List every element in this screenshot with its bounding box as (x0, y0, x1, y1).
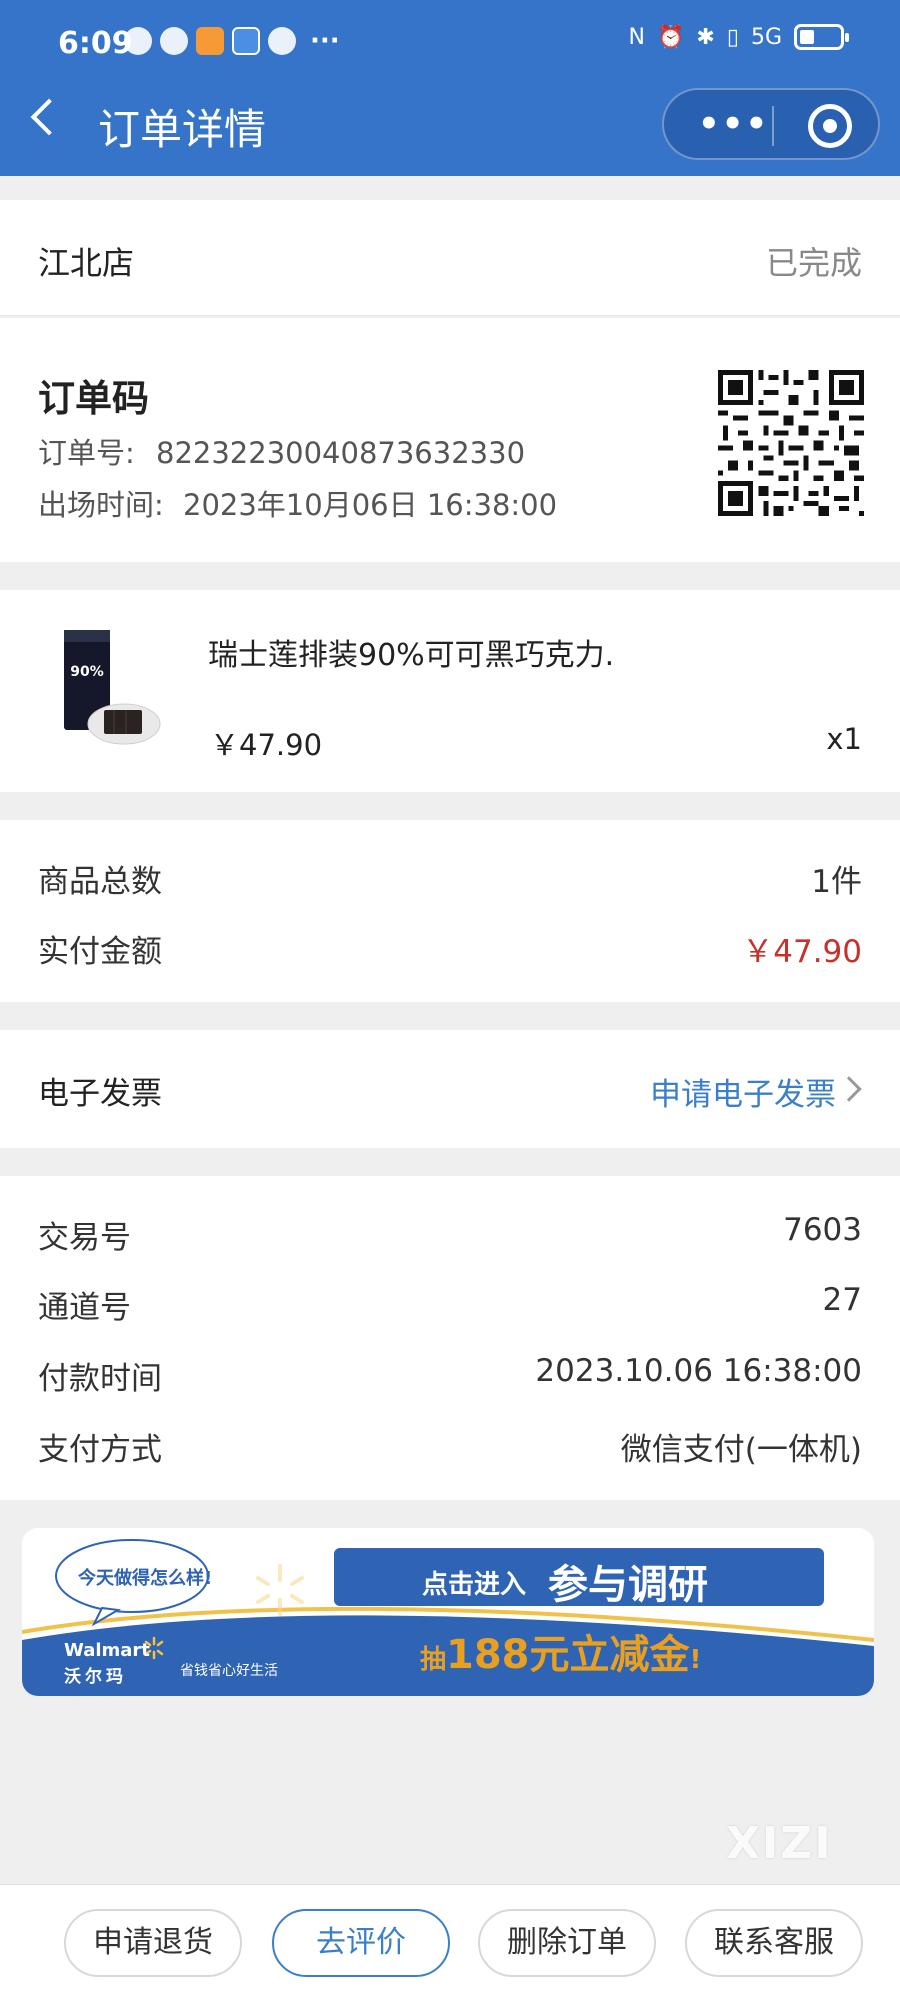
contact-service-button[interactable]: 联系客服 (685, 1909, 863, 1977)
apply-invoice-link[interactable]: 申请电子发票 (650, 1069, 836, 1114)
exit-time-label: 出场时间: (38, 488, 164, 522)
refund-button[interactable]: 申请退货 (64, 1909, 242, 1977)
survey-banner[interactable]: 今天做得怎么样! 点击进入 参与调研 抽188元立减金! Walmart 沃尔玛… (22, 1528, 874, 1696)
status-system-icons: N ⏰ ✱ ▯ 5G (628, 24, 849, 50)
product-name: 瑞士莲排装90%可可黑巧克力. (208, 638, 615, 673)
product-quantity: x1 (826, 722, 862, 756)
banner-prize-pre: 抽 (420, 1645, 447, 1675)
product-image-label: 90% (70, 664, 104, 680)
transaction-card: 交易号 7603 通道号 27 付款时间 2023.10.06 16:38:00… (0, 1176, 900, 1500)
shopping-app-icon (196, 27, 224, 55)
bluetooth-icon: ✱ (696, 24, 715, 50)
close-miniprogram-button[interactable] (808, 104, 852, 148)
more-notifications-icon: ··· (310, 26, 340, 56)
total-count-label: 商品总数 (38, 864, 162, 900)
page-title: 订单详情 (98, 105, 267, 154)
order-qr-code[interactable] (718, 370, 864, 516)
clock-notification-icon (160, 27, 188, 55)
pay-method-label: 支付方式 (38, 1432, 162, 1468)
order-status: 已完成 (765, 244, 862, 282)
banner-cta-small: 点击进入 (422, 1570, 527, 1600)
page: 6:09 ··· N ⏰ ✱ ▯ 5G 订单详情 ••• 江北店 已完成 订单码… (0, 0, 900, 2000)
summary-card: 商品总数 1件 实付金额 ￥47.90 (0, 820, 900, 1002)
exit-time: 2023年10月06日 16:38:00 (183, 488, 558, 522)
paid-amount: ￥47.90 (742, 934, 862, 970)
order-number-label: 订单号: (38, 436, 135, 470)
product-card[interactable]: 90% 瑞士莲排装90%可可黑巧克力. ￥47.90 x1 (0, 590, 900, 792)
walmart-logo-cn: 沃尔玛 (64, 1667, 127, 1687)
paid-amount-label: 实付金额 (38, 934, 162, 970)
banner-bubble-text: 今天做得怎么样! (78, 1568, 213, 1589)
app-header: 6:09 ··· N ⏰ ✱ ▯ 5G 订单详情 ••• (0, 0, 900, 176)
trade-no: 7603 (783, 1212, 862, 1248)
exit-time-row: 出场时间: 2023年10月06日 16:38:00 (38, 482, 557, 524)
channel-no: 27 (822, 1282, 862, 1318)
order-number-row: 订单号: 82232230040873632330 (38, 430, 525, 472)
banner-slogan: 省钱省心好生活 (180, 1663, 278, 1679)
capsule-divider (772, 106, 774, 146)
chat-bubble-icon (268, 27, 296, 55)
order-code-title: 订单码 (38, 377, 149, 420)
miniprogram-capsule: ••• (662, 88, 880, 160)
channel-label: 通道号 (38, 1290, 131, 1326)
store-card: 江北店 已完成 (0, 200, 900, 316)
nfc-icon: N (628, 24, 645, 50)
more-menu-button[interactable]: ••• (698, 104, 769, 144)
store-name: 江北店 (38, 244, 135, 282)
banner-prize-line: 抽188元立减金! (420, 1622, 701, 1680)
back-arrow-icon[interactable] (30, 98, 68, 136)
review-button[interactable]: 去评价 (272, 1909, 450, 1977)
app-notification-icon (124, 27, 152, 55)
walmart-logo-en: Walmart (64, 1640, 150, 1661)
total-count: 1件 (811, 864, 862, 900)
invoice-label: 电子发票 (38, 1076, 162, 1112)
battery-icon (794, 24, 849, 50)
site-watermark: XIZI (726, 1818, 833, 1869)
product-price: ￥47.90 (210, 728, 323, 762)
banner-prize-post: ! (689, 1645, 702, 1675)
bottom-action-bar: 申请退货 去评价 删除订单 联系客服 (0, 1884, 900, 2000)
banner-cta-big: 参与调研 (548, 1562, 708, 1608)
signal-icon: 5G (750, 24, 782, 50)
order-number: 82232230040873632330 (156, 436, 526, 470)
pay-method: 微信支付(一体机) (620, 1432, 862, 1468)
delete-order-button[interactable]: 删除订单 (478, 1909, 656, 1977)
product-image: 90% (64, 630, 161, 745)
pay-time: 2023.10.06 16:38:00 (535, 1353, 862, 1389)
trade-no-label: 交易号 (38, 1220, 131, 1256)
vibrate-icon: ▯ (726, 24, 739, 50)
status-notification-icons: ··· (124, 26, 340, 56)
banner-prize: 188元立减金 (446, 1632, 690, 1678)
alarm-icon: ⏰ (657, 24, 685, 50)
pay-time-label: 付款时间 (38, 1361, 162, 1397)
status-time: 6:09 (58, 26, 133, 61)
alipay-icon (232, 27, 260, 55)
